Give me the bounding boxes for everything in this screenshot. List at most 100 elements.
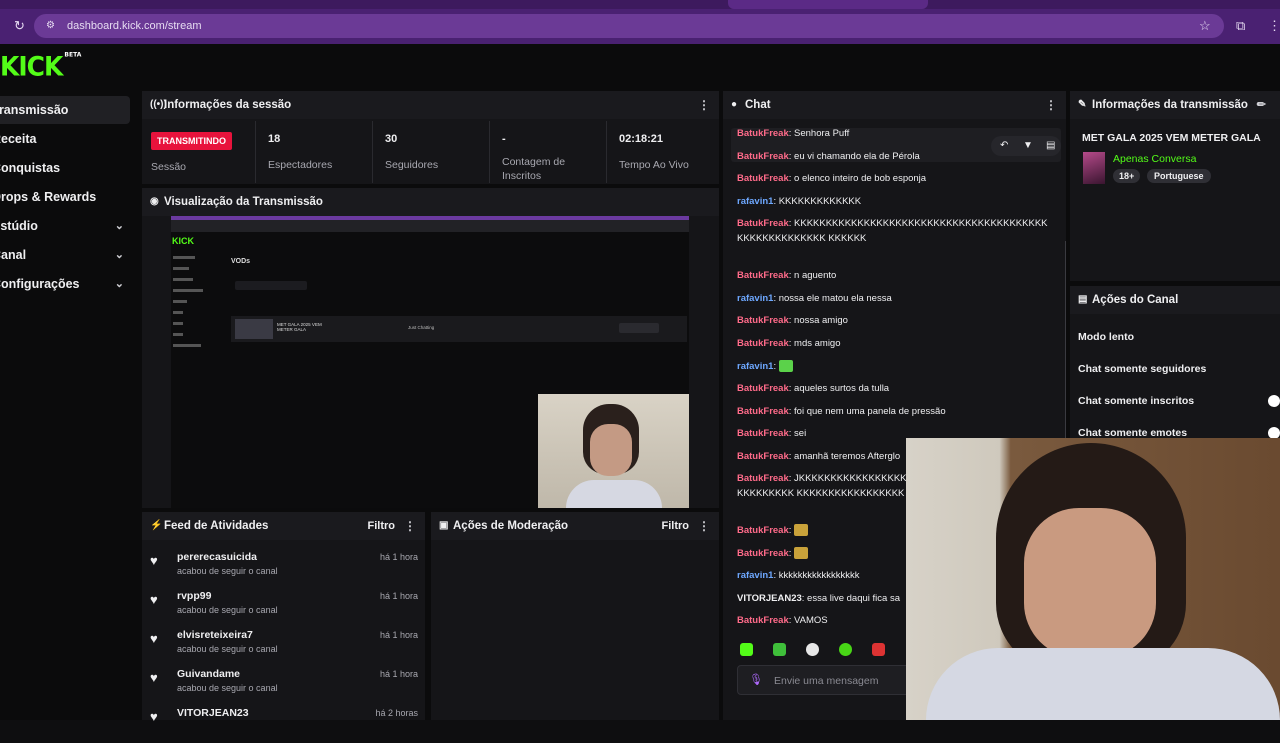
chat-message[interactable]: BatukFreak: — [737, 546, 809, 561]
address-bar[interactable] — [34, 14, 1224, 38]
chevron-down-icon[interactable]: ⌄ — [115, 241, 124, 269]
microphone-icon[interactable]: 🎙 — [749, 673, 763, 686]
followers-only-label[interactable]: Chat somente seguidores — [1078, 363, 1206, 375]
chat-username[interactable]: rafavin1 — [737, 196, 773, 207]
chat-username[interactable]: BatukFreak — [737, 615, 789, 626]
chevron-down-icon[interactable]: ⌄ — [115, 270, 124, 298]
chat-username[interactable]: BatukFreak — [737, 270, 789, 281]
chat-text: aqueles surtos da tulla — [794, 383, 890, 394]
stream-category[interactable]: Apenas Conversa — [1113, 153, 1196, 165]
chat-username[interactable]: BatukFreak — [737, 473, 789, 484]
chat-username[interactable]: BatukFreak — [737, 128, 789, 139]
more-options-icon[interactable]: ⋮ — [404, 512, 416, 540]
sidebar-item[interactable]: Receita — [0, 125, 130, 153]
emote-icon[interactable] — [872, 643, 885, 656]
webcam-shirt — [926, 648, 1280, 720]
message-actions: ↶ ▼ ▤ — [991, 136, 1061, 156]
preview-webcam-shirt — [566, 480, 662, 508]
chat-username[interactable]: BatukFreak — [737, 151, 789, 162]
chat-message[interactable]: BatukFreak: n aguento — [737, 268, 836, 283]
reload-icon[interactable]: ↻ — [14, 19, 25, 33]
moderation-filter-button[interactable]: Filtro — [662, 512, 690, 540]
chat-username[interactable]: BatukFreak — [737, 315, 789, 326]
session-label: Sessão — [151, 161, 187, 173]
chat-message[interactable]: BatukFreak: sei — [737, 426, 806, 441]
feed-username[interactable]: elvisreteixeira7 — [177, 629, 253, 641]
sidebar-item[interactable]: Canal ⌄ — [0, 241, 130, 269]
trash-icon[interactable]: ▤ — [1046, 136, 1055, 156]
chat-username[interactable]: BatukFreak — [737, 406, 789, 417]
chat-message[interactable]: BatukFreak: eu vi chamando ela de Pérola — [737, 149, 920, 164]
extensions-icon[interactable]: ⧉ — [1236, 19, 1245, 33]
sidebar-item[interactable]: Configurações ⌄ — [0, 270, 130, 298]
chat-message[interactable]: rafavin1: — [737, 359, 793, 374]
chat-message[interactable]: BatukFreak: KKKKKKKKKKKKKKKKKKKKKKKKKKKK… — [737, 216, 1052, 246]
chat-message[interactable]: BatukFreak: o elenco inteiro de bob espo… — [737, 171, 926, 186]
subscribers-only-label[interactable]: Chat somente inscritos — [1078, 395, 1194, 407]
channel-actions-title: Ações do Canal — [1092, 294, 1179, 306]
subscribers-only-toggle[interactable] — [1268, 395, 1280, 407]
menu-icon[interactable]: ⋮ — [1268, 19, 1280, 33]
slow-mode-label[interactable]: Modo lento — [1078, 331, 1134, 343]
more-options-icon[interactable]: ⋮ — [698, 91, 710, 119]
chat-message[interactable]: BatukFreak: mds amigo — [737, 336, 841, 351]
chevron-down-icon[interactable]: ⌄ — [115, 212, 124, 240]
chat-username[interactable]: rafavin1 — [737, 361, 773, 372]
chat-username[interactable]: BatukFreak — [737, 451, 789, 462]
sidebar-item[interactable]: Transmissão — [0, 96, 130, 124]
moderation-header: ▣ Ações de Moderação Filtro ⋮ — [431, 512, 719, 540]
kick-logo[interactable]: KICK BETA — [0, 51, 81, 81]
pin-icon[interactable]: ▼ — [1023, 136, 1033, 156]
chat-message[interactable]: rafavin1: KKKKKKKKKKKKK — [737, 194, 861, 209]
chat-username[interactable]: rafavin1 — [737, 570, 773, 581]
more-options-icon[interactable]: ⋮ — [698, 512, 710, 540]
chat-username[interactable]: BatukFreak — [737, 218, 789, 229]
emote-icon[interactable] — [773, 643, 786, 656]
chat-username[interactable]: BatukFreak — [737, 173, 789, 184]
stream-preview-video[interactable]: KICK VODs MET GALA 2025 VEM METER GALA J… — [171, 216, 689, 508]
chat-message[interactable]: rafavin1: kkkkkkkkkkkkkkkkk — [737, 568, 859, 583]
feed-username[interactable]: Guivandame — [177, 668, 240, 680]
chat-message[interactable]: rafavin1: nossa ele matou ela nessa — [737, 291, 892, 306]
chat-message[interactable]: BatukFreak: — [737, 523, 809, 538]
chat-username[interactable]: VITORJEAN23 — [737, 593, 802, 604]
emote-icon[interactable] — [806, 643, 819, 656]
chat-username[interactable]: BatukFreak — [737, 428, 789, 439]
activity-feed-title: Feed de Atividades — [164, 520, 269, 532]
feed-username[interactable]: rvpp99 — [177, 590, 211, 602]
stat-live-time: 02:18:21 Tempo Ao Vivo — [619, 133, 689, 171]
chat-message[interactable]: BatukFreak: Senhora Puff — [737, 126, 849, 141]
sidebar-item[interactable]: Estúdio ⌄ — [0, 212, 130, 240]
chat-message[interactable]: BatukFreak: JKKKKKKKKKKKKKKKKKKKKKKKKKK … — [737, 471, 907, 501]
chat-username[interactable]: rafavin1 — [737, 293, 773, 304]
chat-username[interactable]: BatukFreak — [737, 525, 789, 536]
bookmark-star-icon[interactable]: ☆ — [1199, 19, 1211, 33]
chat-message[interactable]: VITORJEAN23: essa live daqui fica sa — [737, 591, 900, 606]
chat-text: foi que nem uma panela de pressão — [794, 406, 946, 417]
feed-action: acabou de seguir o canal — [177, 644, 278, 654]
emote-icon[interactable] — [839, 643, 852, 656]
active-tab[interactable] — [728, 0, 928, 9]
chat-message[interactable]: BatukFreak: amanhã teremos Afterglo — [737, 449, 900, 464]
chat-message[interactable]: BatukFreak: nossa amigo — [737, 313, 848, 328]
more-options-icon[interactable]: ⋮ — [1045, 91, 1057, 119]
reply-icon[interactable]: ↶ — [1000, 136, 1008, 156]
emote-icon[interactable] — [740, 643, 753, 656]
site-info-icon[interactable]: ⚙ — [46, 19, 55, 33]
chat-text: Senhora Puff — [794, 128, 850, 139]
chat-username[interactable]: BatukFreak — [737, 338, 789, 349]
feed-username[interactable]: pererecasuicida — [177, 551, 257, 563]
feed-username[interactable]: VITORJEAN23 — [177, 707, 249, 719]
chat-text: VAMOS — [794, 615, 828, 626]
edit-pencil-icon[interactable]: ✏ — [1257, 91, 1266, 119]
url-text[interactable]: dashboard.kick.com/stream — [67, 20, 202, 32]
sidebar-item[interactable]: Drops & Rewards — [0, 183, 130, 211]
chat-message[interactable]: BatukFreak: VAMOS — [737, 613, 828, 628]
sidebar-item[interactable]: Conquistas — [0, 154, 130, 182]
activity-filter-button[interactable]: Filtro — [368, 512, 396, 540]
chat-username[interactable]: BatukFreak — [737, 383, 789, 394]
chat-message[interactable]: BatukFreak: foi que nem uma panela de pr… — [737, 404, 946, 419]
chat-message[interactable]: BatukFreak: aqueles surtos da tulla — [737, 381, 889, 396]
preview-vod-button — [619, 323, 659, 333]
chat-username[interactable]: BatukFreak — [737, 548, 789, 559]
